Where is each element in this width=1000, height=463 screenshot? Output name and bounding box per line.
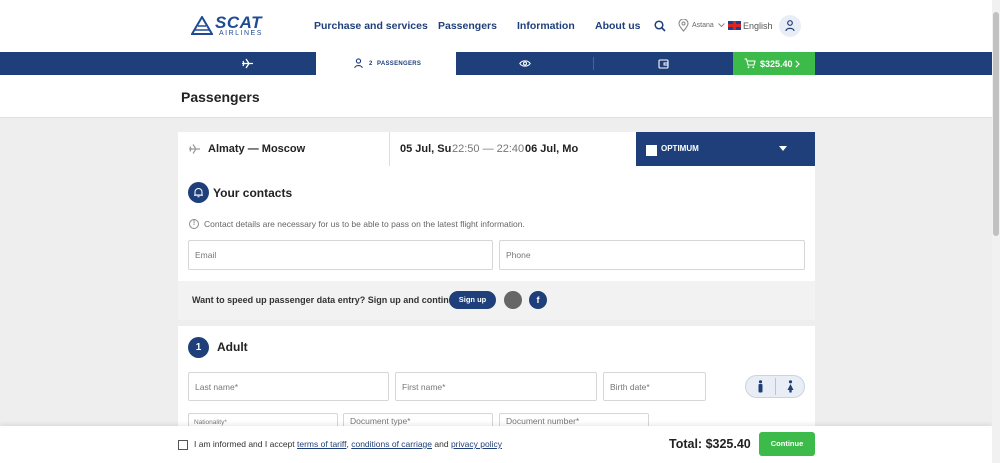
wallet-step-icon[interactable] (658, 58, 669, 69)
nav-about-us[interactable]: About us (595, 19, 641, 33)
page-title: Passengers (181, 89, 260, 105)
terms-agreement: I am informed and I accept terms of tari… (194, 439, 502, 449)
eye-step-icon[interactable] (519, 59, 531, 68)
tariff-label: OPTIMUM (661, 144, 699, 153)
nav-purchase-and-services[interactable]: Purchase and services (314, 19, 428, 33)
birth-date-field[interactable] (603, 372, 706, 401)
passenger-number-badge: 1 (188, 337, 209, 358)
step-passengers-label: PASSENGERS (377, 61, 422, 67)
nav-information[interactable]: Information (517, 19, 575, 33)
social-login-icon[interactable] (504, 291, 522, 309)
scat-logo[interactable]: SCAT AIRLINES (191, 13, 287, 37)
privacy-policy-link[interactable]: privacy policy (451, 439, 502, 449)
contacts-title: Your contacts (213, 186, 293, 200)
first-name-field[interactable] (395, 372, 597, 401)
last-name-field[interactable] (188, 372, 389, 401)
user-account-button[interactable] (779, 15, 801, 37)
cart-price-value: $325.40 (760, 59, 793, 69)
contacts-section-icon (188, 182, 209, 203)
location-pin-icon[interactable] (678, 19, 689, 32)
terms-checkbox[interactable] (178, 440, 188, 450)
conditions-of-carriage-link[interactable]: conditions of carriage (351, 439, 432, 449)
sign-up-button[interactable]: Sign up (449, 291, 496, 309)
agree-and: and (434, 439, 449, 449)
passenger-type-title: Adult (217, 340, 248, 354)
page-scrollbar[interactable] (992, 0, 1000, 463)
facebook-login-icon[interactable]: f (529, 291, 547, 309)
order-total: Total: $325.40 (669, 437, 751, 451)
chevron-right-icon (795, 60, 800, 68)
scrollbar-thumb[interactable] (993, 12, 999, 236)
continue-button[interactable]: Continue (759, 432, 815, 456)
departure-date: 05 Jul, Su (400, 143, 452, 155)
bell-icon (194, 188, 203, 198)
user-icon (785, 20, 795, 32)
phone-field[interactable] (499, 240, 805, 270)
city-selector[interactable]: Astana (692, 21, 714, 31)
passenger-step-icon (354, 58, 363, 69)
nav-passengers[interactable]: Passengers (438, 19, 497, 33)
route-divider (389, 132, 390, 166)
route-cities: Almaty — Moscow (208, 143, 306, 155)
airplane-step-icon[interactable] (241, 58, 254, 69)
email-field[interactable] (188, 240, 493, 270)
gender-toggle (745, 375, 805, 398)
cart-icon (744, 58, 756, 69)
uk-flag-icon (728, 21, 741, 30)
female-icon (787, 380, 794, 393)
language-selector[interactable]: English (743, 20, 773, 32)
step-divider (593, 57, 594, 70)
title-band (0, 75, 992, 118)
gender-female-button[interactable] (776, 376, 805, 397)
logo-subtext: AIRLINES (219, 30, 263, 37)
agree-comma: , (346, 439, 349, 449)
search-icon[interactable] (654, 20, 666, 32)
male-icon (758, 380, 763, 393)
logo-text: SCAT (215, 13, 263, 32)
agree-prefix: I am informed and I accept (194, 439, 295, 449)
tariff-icon (646, 145, 657, 156)
terms-of-tariff-link[interactable]: terms of tariff (297, 439, 346, 449)
contacts-info-text: Contact details are necessary for us to … (204, 219, 525, 229)
booking-steps-bar: 2 PASSENGERS $325.40 (0, 52, 992, 75)
info-icon: ! (189, 219, 199, 229)
caret-down-icon[interactable] (779, 146, 787, 151)
logo-emblem-icon (191, 16, 213, 35)
step-passengers-count: 2 (369, 61, 373, 67)
chevron-down-icon (718, 23, 725, 28)
arrival-date: 06 Jul, Mo (525, 143, 579, 155)
site-header: SCAT AIRLINES Purchase and services Pass… (0, 0, 992, 52)
flight-times: 22:50 — 22:40 (452, 143, 525, 155)
airplane-icon (189, 144, 200, 154)
gender-male-button[interactable] (746, 376, 775, 397)
signup-prompt: Want to speed up passenger data entry? S… (192, 295, 462, 305)
